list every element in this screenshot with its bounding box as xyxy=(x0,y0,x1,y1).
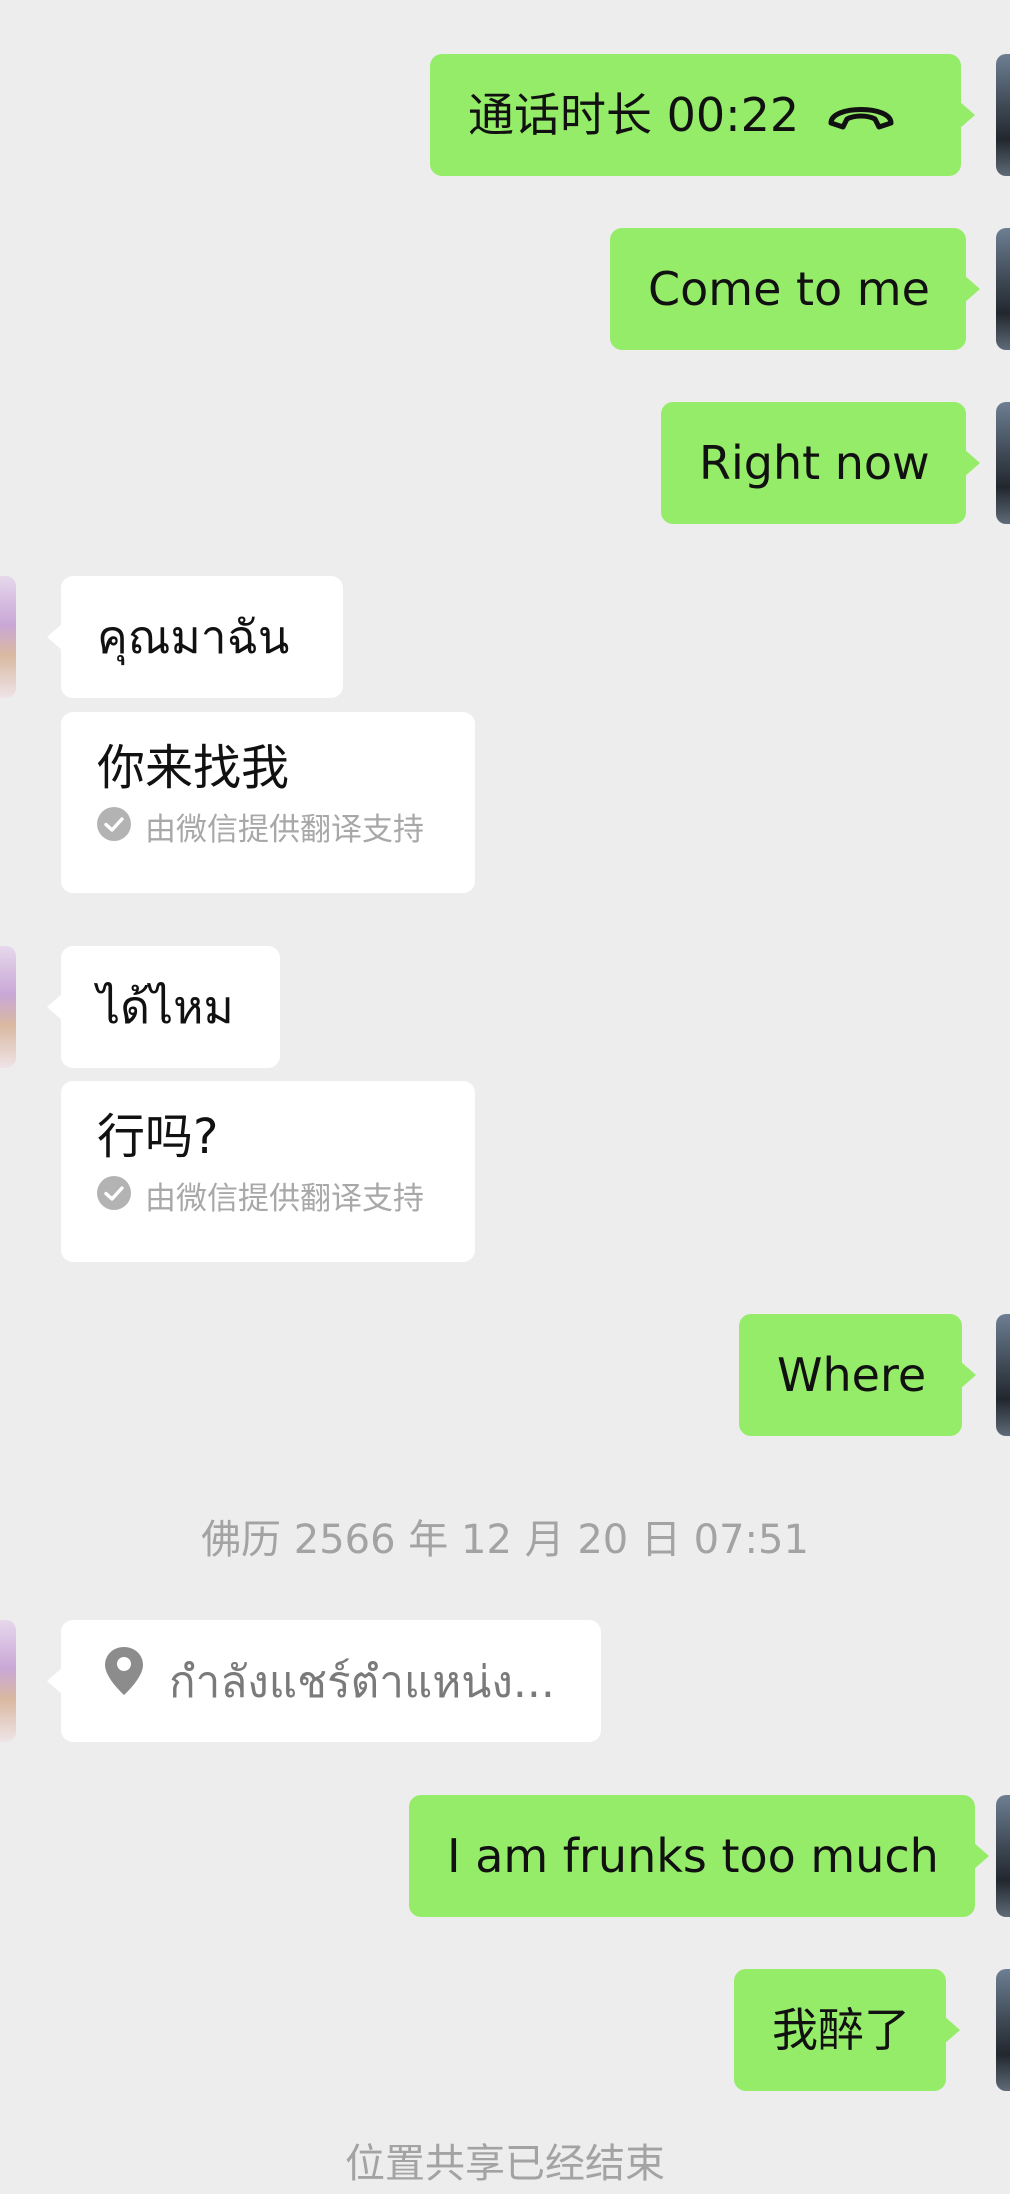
timestamp: 佛历 2566 年 12 月 20 日 07:51 xyxy=(201,1517,809,1563)
message-text: ได้ไหม xyxy=(97,980,234,1034)
location-share-text: กำลังแชร์ตำแหน่ง... xyxy=(169,1657,555,1708)
translation-note-text: 由微信提供翻译支持 xyxy=(145,1181,424,1217)
my-avatar[interactable] xyxy=(996,1795,1010,1917)
translation-note: 由微信提供翻译支持 xyxy=(97,806,475,851)
message-text: 我醉了 xyxy=(772,2003,910,2057)
message-text: คุณมาฉัน xyxy=(97,610,290,664)
message-bubble-sent[interactable]: I am frunks too much xyxy=(409,1795,989,1917)
message-bubble-sent[interactable]: Right now xyxy=(661,402,980,524)
phone-hangup-icon xyxy=(825,54,897,176)
check-circle-icon xyxy=(97,1175,131,1220)
translation-note-text: 由微信提供翻译支持 xyxy=(145,812,424,848)
message-bubble-sent[interactable]: 我醉了 xyxy=(734,1969,960,2091)
contact-avatar[interactable] xyxy=(0,946,16,1068)
translation-card[interactable]: 行吗? 由微信提供翻译支持 xyxy=(61,1081,475,1262)
check-circle-icon xyxy=(97,806,131,851)
translation-text: 行吗? xyxy=(97,1109,219,1165)
message-text: Come to me xyxy=(648,262,930,316)
contact-avatar[interactable] xyxy=(0,1620,16,1742)
translation-note: 由微信提供翻译支持 xyxy=(97,1175,475,1220)
call-duration-bubble[interactable]: 通话时长 00:22 xyxy=(430,54,975,176)
message-bubble-sent[interactable]: Come to me xyxy=(610,228,980,350)
call-duration-text: 通话时长 00:22 xyxy=(468,88,800,142)
message-bubble-received[interactable]: ได้ไหม xyxy=(47,946,280,1068)
translation-card[interactable]: 你来找我 由微信提供翻译支持 xyxy=(61,712,475,893)
my-avatar[interactable] xyxy=(996,1314,1010,1436)
my-avatar[interactable] xyxy=(996,228,1010,350)
my-avatar[interactable] xyxy=(996,54,1010,176)
system-notice: 位置共享已经结束 xyxy=(345,2141,665,2187)
message-bubble-sent[interactable]: Where xyxy=(739,1314,977,1436)
message-text: Where xyxy=(777,1348,927,1402)
my-avatar[interactable] xyxy=(996,1969,1010,2091)
message-text: I am frunks too much xyxy=(447,1829,939,1883)
message-text: Right now xyxy=(699,436,930,490)
message-bubble-received[interactable]: คุณมาฉัน xyxy=(47,576,343,698)
my-avatar[interactable] xyxy=(996,402,1010,524)
translation-text: 你来找我 xyxy=(97,740,290,796)
location-share-bubble[interactable]: กำลังแชร์ตำแหน่ง... xyxy=(47,1620,601,1742)
location-pin-icon xyxy=(103,1620,145,1742)
contact-avatar[interactable] xyxy=(0,576,16,698)
